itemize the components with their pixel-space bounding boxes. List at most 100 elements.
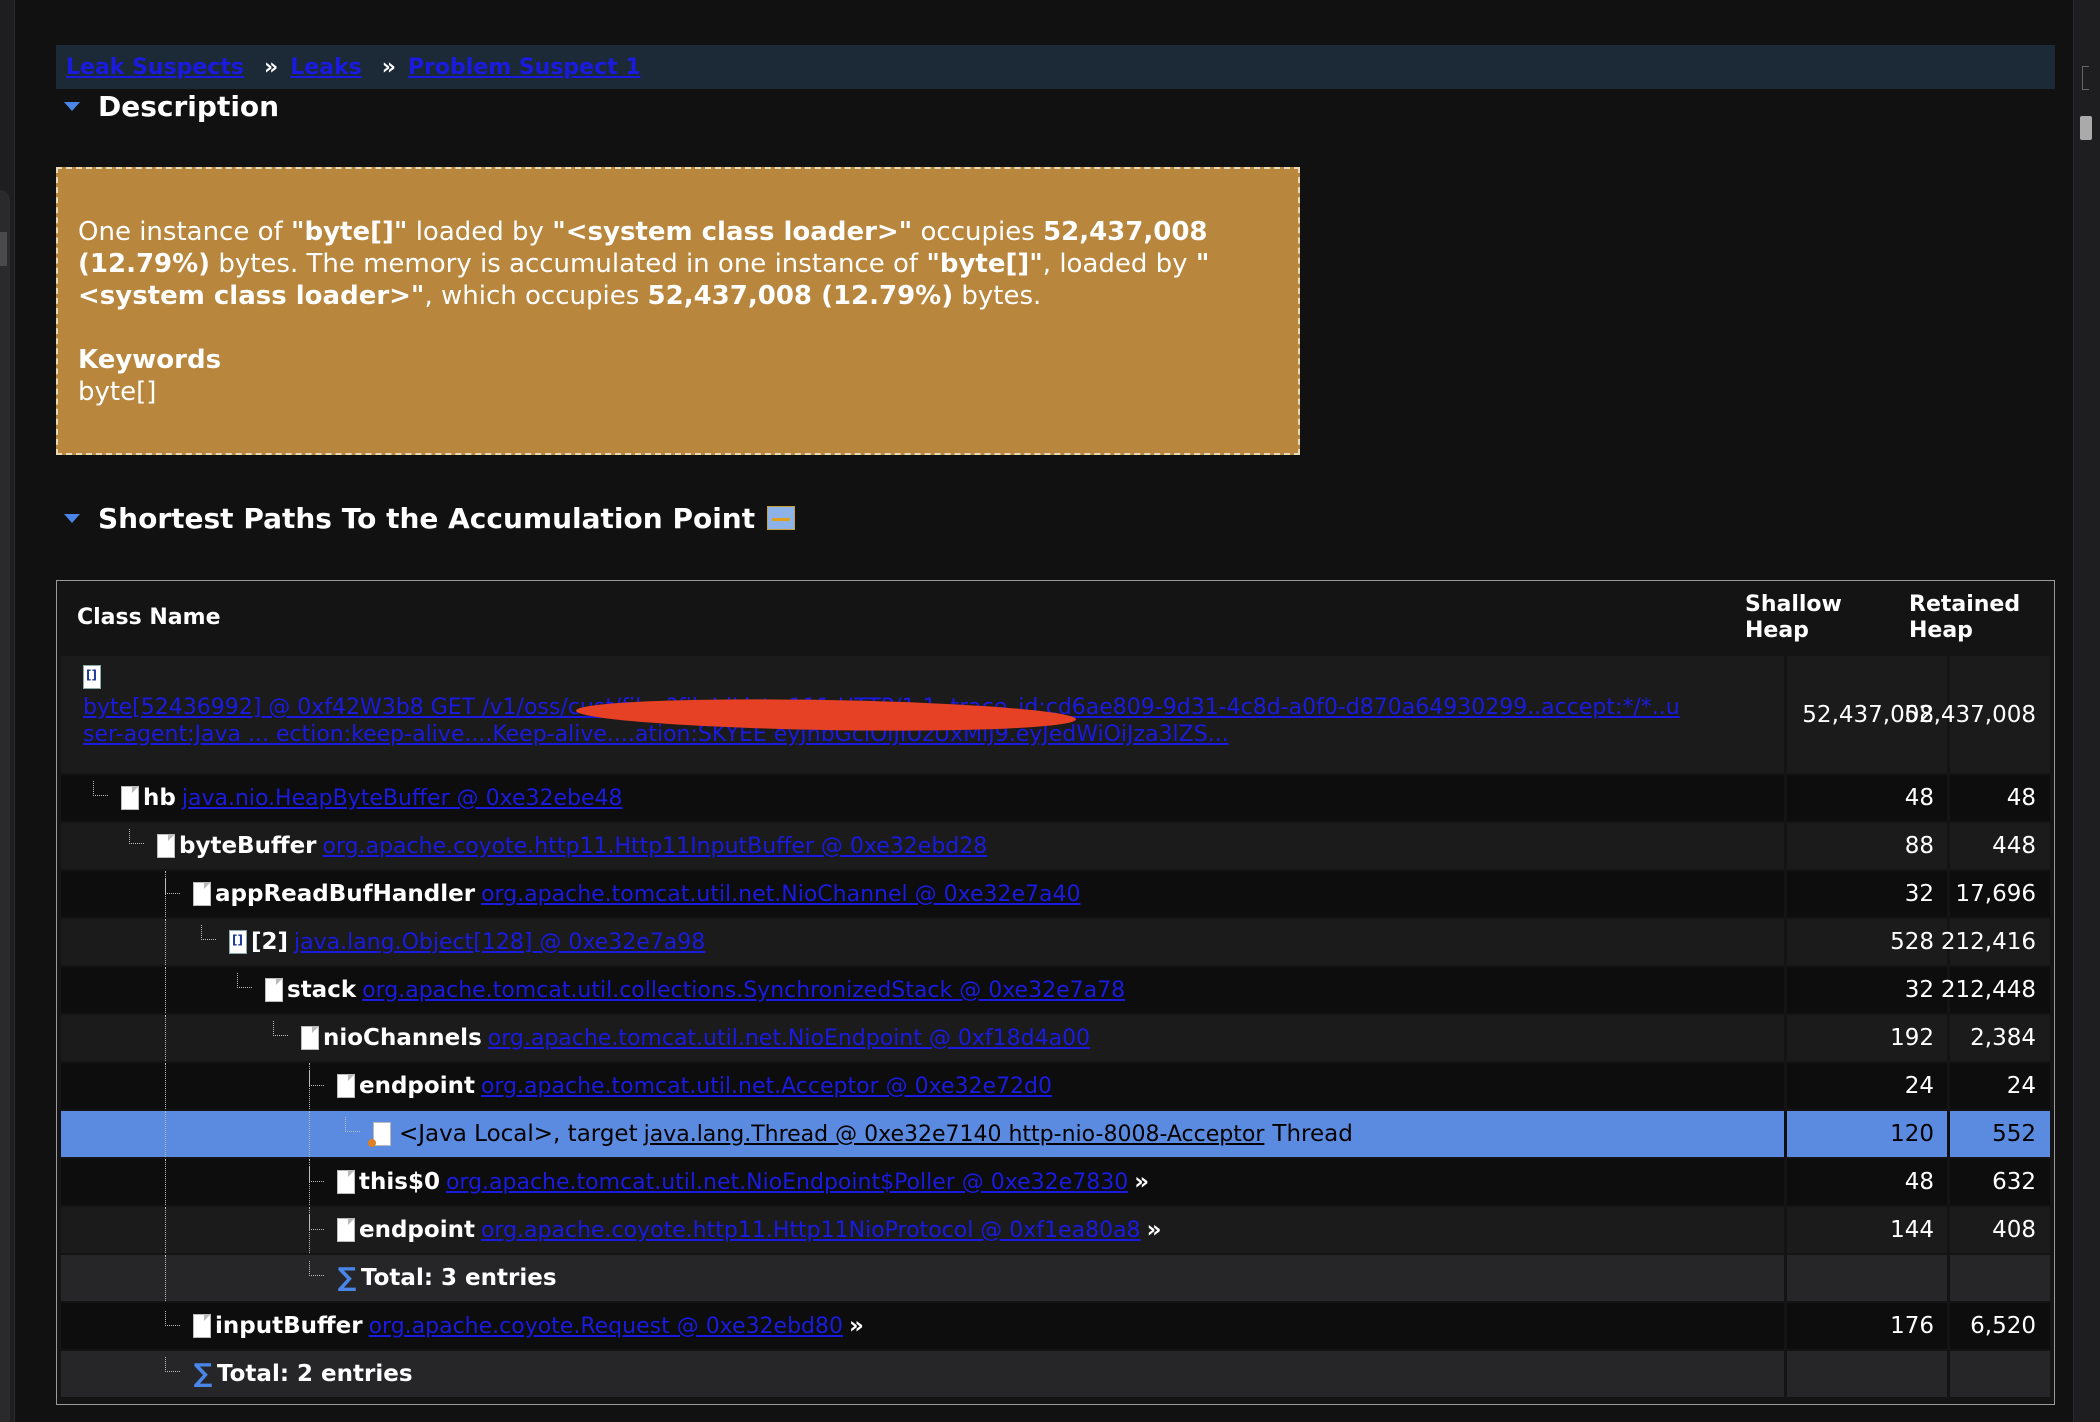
total-label: Total: 2 entries [217, 1361, 413, 1387]
field-name: [2] [251, 929, 289, 955]
scrollbar-thumb[interactable] [2080, 116, 2092, 140]
field-name: stack [287, 977, 357, 1003]
retained-heap-cell: 6,520 [1970, 1313, 2036, 1339]
report-page: Leak Suspects » Leaks » Problem Suspect … [56, 0, 2055, 1422]
column-retained-heap[interactable]: Retained Heap [1909, 592, 2020, 644]
description-section-toggle[interactable]: Description [64, 88, 279, 124]
retained-heap-cell: 552 [1992, 1121, 2036, 1147]
object-link[interactable]: org.apache.tomcat.util.net.NioEndpoint$P… [446, 1170, 1128, 1195]
field-name: nioChannels [323, 1025, 482, 1051]
array-icon [83, 665, 101, 689]
object-link[interactable]: org.apache.tomcat.util.collections.Synch… [362, 978, 1125, 1003]
total-label: Total: 3 entries [361, 1265, 557, 1291]
table-row[interactable]: byteBuffer org.apache.coyote.http11.Http… [61, 823, 2050, 869]
array-icon [229, 930, 247, 954]
shallow-heap-cell: 120 [1890, 1121, 1934, 1147]
field-name: hb [143, 785, 176, 811]
table-row-total[interactable]: ∑ Total: 2 entries [61, 1351, 2050, 1397]
retained-heap-cell: 2,384 [1970, 1025, 2036, 1051]
column-shallow-heap[interactable]: Shallow Heap [1745, 592, 1855, 644]
shallow-heap-cell: 88 [1904, 833, 1934, 859]
field-name: byteBuffer [179, 833, 317, 859]
paths-table: Class Name Shallow Heap Retained Heap by… [56, 580, 2055, 1405]
field-name: endpoint [359, 1217, 475, 1243]
object-link[interactable]: org.apache.coyote.Request @ 0xe32ebd80 [369, 1314, 843, 1339]
object-icon [337, 1170, 355, 1194]
collapse-triangle-icon [64, 513, 80, 523]
breadcrumb-problem-suspect[interactable]: Problem Suspect 1 [408, 55, 641, 80]
java-local-icon [368, 1122, 391, 1147]
breadcrumb-separator: » [381, 54, 396, 80]
expand-more-marker[interactable]: » [1134, 1169, 1149, 1195]
retained-heap-cell: 632 [1992, 1169, 2036, 1195]
shallow-heap-cell: 176 [1890, 1313, 1934, 1339]
retained-heap-cell: 212,416 [1940, 929, 2036, 955]
breadcrumb-leaks[interactable]: Leaks [290, 55, 362, 80]
object-icon [301, 1026, 319, 1050]
description-box: One instance of "byte[]" loaded by "<sys… [56, 167, 1300, 455]
table-row[interactable]: stack org.apache.tomcat.util.collections… [61, 967, 2050, 1013]
retained-heap-cell: 448 [1992, 833, 2036, 859]
left-pane-edge [0, 0, 15, 1422]
object-icon [337, 1218, 355, 1242]
object-icon [265, 978, 283, 1002]
object-icon [193, 882, 211, 906]
object-link[interactable]: java.nio.HeapByteBuffer @ 0xe32ebe48 [182, 786, 623, 811]
shallow-heap-cell: 32 [1904, 881, 1934, 907]
column-class-name[interactable]: Class Name [77, 605, 220, 631]
object-link[interactable]: org.apache.coyote.http11.Http11NioProtoc… [481, 1218, 1141, 1243]
field-name: appReadBufHandler [215, 881, 476, 907]
object-icon [157, 834, 175, 858]
expand-more-marker[interactable]: » [849, 1313, 864, 1339]
table-row-selected[interactable]: <Java Local>, target java.lang.Thread @ … [61, 1111, 2050, 1157]
table-row[interactable]: appReadBufHandler org.apache.tomcat.util… [61, 871, 2050, 917]
breadcrumb-leak-suspects[interactable]: Leak Suspects [66, 55, 244, 80]
bracket-icon [2082, 66, 2089, 90]
shallow-heap-cell [1787, 1351, 1944, 1397]
object-link[interactable]: org.apache.tomcat.util.net.NioChannel @ … [481, 882, 1080, 907]
table-row[interactable]: [2] java.lang.Object[128] @ 0xe32e7a98 5… [61, 919, 2050, 965]
retained-heap-cell [1951, 1255, 2050, 1301]
shallow-heap-cell: 144 [1890, 1217, 1934, 1243]
table-row[interactable]: inputBuffer org.apache.coyote.Request @ … [61, 1303, 2050, 1349]
object-link[interactable]: java.lang.Object[128] @ 0xe32e7a98 [294, 930, 705, 955]
object-icon [193, 1314, 211, 1338]
object-link[interactable]: org.apache.coyote.http11.Http11InputBuff… [323, 834, 988, 859]
retained-heap-cell: 408 [1992, 1217, 2036, 1243]
sum-icon: ∑ [193, 1359, 213, 1389]
table-row[interactable]: hb java.nio.HeapByteBuffer @ 0xe32ebe48 … [61, 775, 2050, 821]
expand-more-marker[interactable]: » [1147, 1217, 1162, 1243]
table-row[interactable]: this$0 org.apache.tomcat.util.net.NioEnd… [61, 1159, 2050, 1205]
object-suffix: Thread [1272, 1121, 1353, 1147]
retained-heap-cell: 24 [2006, 1073, 2036, 1099]
field-name: this$0 [359, 1169, 440, 1195]
object-link[interactable]: java.lang.Thread @ 0xe32e7140 http-nio-8… [644, 1122, 1265, 1147]
table-row[interactable]: nioChannels org.apache.tomcat.util.net.N… [61, 1015, 2050, 1061]
object-link[interactable]: org.apache.tomcat.util.net.Acceptor @ 0x… [481, 1074, 1052, 1099]
chart-icon[interactable] [767, 506, 796, 530]
shallow-heap-cell: 528 [1890, 929, 1934, 955]
field-name: endpoint [359, 1073, 475, 1099]
retained-heap-cell: 212,448 [1940, 977, 2036, 1003]
shallow-heap-cell: 48 [1904, 785, 1934, 811]
table-row[interactable]: endpoint org.apache.coyote.http11.Http11… [61, 1207, 2050, 1253]
paths-section-toggle[interactable]: Shortest Paths To the Accumulation Point [64, 500, 796, 536]
object-link[interactable]: org.apache.tomcat.util.net.NioEndpoint @… [488, 1026, 1090, 1051]
breadcrumb-separator: » [264, 54, 279, 80]
retained-heap-cell: 48 [2006, 785, 2036, 811]
left-pane-scroll-handle[interactable] [0, 232, 7, 266]
shallow-heap-cell: 32 [1904, 977, 1934, 1003]
table-row-root[interactable]: byte[52436992] @ 0xf42W3b8 GET /v1/oss/c… [61, 656, 2050, 773]
shallow-heap-cell: 192 [1890, 1025, 1934, 1051]
keywords-title: Keywords [78, 345, 222, 375]
shallow-heap-cell: 24 [1904, 1073, 1934, 1099]
paths-heading: Shortest Paths To the Accumulation Point [98, 501, 756, 535]
keywords-value: byte[] [78, 377, 157, 407]
table-row-total[interactable]: ∑ Total: 3 entries [61, 1255, 2050, 1301]
description-text: One instance of "byte[]" loaded by "<sys… [78, 217, 1210, 311]
field-name: inputBuffer [215, 1313, 363, 1339]
table-row[interactable]: endpoint org.apache.tomcat.util.net.Acce… [61, 1063, 2050, 1109]
shallow-heap-cell [1787, 1255, 1944, 1301]
right-pane-edge [2073, 0, 2100, 1422]
breadcrumb: Leak Suspects » Leaks » Problem Suspect … [56, 45, 2055, 89]
